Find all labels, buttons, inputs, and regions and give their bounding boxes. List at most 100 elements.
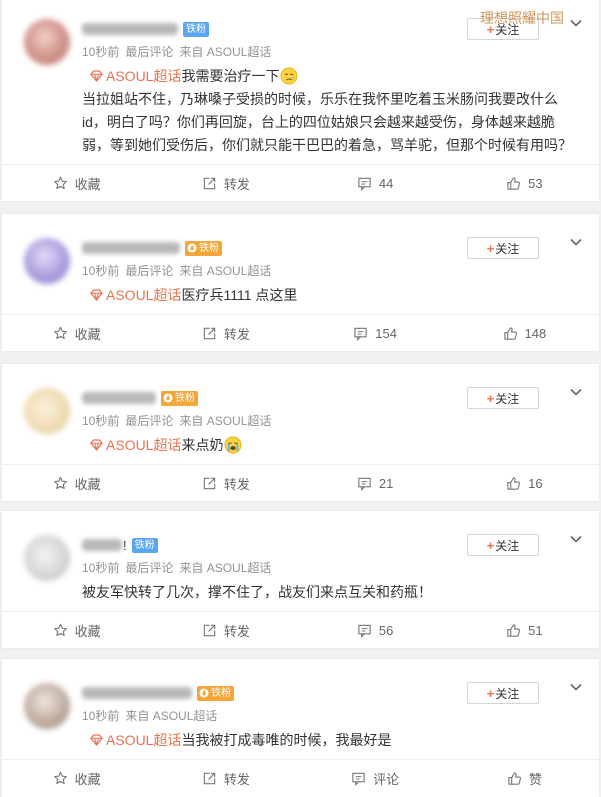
- follow-label: 关注: [495, 241, 520, 256]
- fan-badge: 铁粉: [131, 537, 158, 553]
- post-source[interactable]: 来自 ASOUL超话: [125, 709, 217, 723]
- post-content: 被友军快转了几次，撑不住了，战友们来点互关和药瓶！: [2, 581, 599, 604]
- post-time[interactable]: 10秒前: [82, 264, 119, 278]
- comment-button[interactable]: 21: [301, 465, 450, 501]
- favorite-button[interactable]: 收藏: [2, 465, 151, 501]
- follow-button[interactable]: + 关注: [467, 534, 539, 556]
- crying-face-emoji-icon: [280, 67, 298, 88]
- avatar[interactable]: [24, 238, 70, 284]
- super-topic-link[interactable]: ASOUL超话: [106, 287, 181, 303]
- follow-button[interactable]: + 关注: [467, 237, 539, 259]
- username-blurred[interactable]: [82, 687, 192, 699]
- post-source[interactable]: 来自 ASOUL超话: [179, 414, 271, 428]
- chevron-down-icon[interactable]: [568, 15, 584, 31]
- favorite-label: 收藏: [74, 771, 101, 787]
- favorite-button[interactable]: 收藏: [2, 165, 151, 201]
- content-text: 医疗兵1111 点这里: [181, 287, 298, 303]
- post-meta: 10秒前 最后评论 来自 ASOUL超话: [82, 413, 277, 429]
- repost-button[interactable]: 转发: [151, 165, 300, 201]
- last-comment-note: 最后评论: [125, 264, 174, 278]
- post-source[interactable]: 来自 ASOUL超话: [179, 264, 271, 278]
- post-time[interactable]: 10秒前: [82, 561, 119, 575]
- comment-button[interactable]: 评论: [301, 760, 450, 796]
- user-name-row: 铁粉: [82, 389, 198, 407]
- repost-icon: [202, 176, 217, 191]
- username-blurred[interactable]: [82, 392, 156, 404]
- comment-icon: [357, 176, 372, 191]
- star-icon: [53, 771, 68, 786]
- chevron-down-icon[interactable]: [568, 679, 584, 695]
- super-topic-icon: [90, 66, 103, 88]
- like-button[interactable]: 148: [450, 315, 599, 351]
- repost-button[interactable]: 转发: [151, 760, 300, 796]
- post-actions: 收藏 转发 56 51: [2, 611, 599, 648]
- super-topic-icon: [90, 435, 103, 457]
- username-blurred[interactable]: [82, 23, 178, 35]
- repost-button[interactable]: 转发: [151, 465, 300, 501]
- super-topic-link[interactable]: ASOUL超话: [106, 68, 181, 84]
- favorite-button[interactable]: 收藏: [2, 760, 151, 796]
- comment-icon: [357, 476, 372, 491]
- repost-label: 转发: [223, 623, 250, 639]
- last-comment-note: 最后评论: [125, 45, 174, 59]
- chevron-down-icon[interactable]: [568, 531, 584, 547]
- post-actions: 收藏 转发 44 53: [2, 164, 599, 201]
- post-actions: 收藏 转发 154 148: [2, 314, 599, 351]
- repost-icon: [202, 476, 217, 491]
- like-count: 148: [524, 325, 547, 341]
- post-card: 铁粉 10秒前 最后评论 来自 ASOUL超话 + 关注 ASOUL超话医疗兵1111…: [2, 214, 599, 351]
- comment-icon: [353, 326, 368, 341]
- content-line: ASOUL超话我需要治疗一下: [82, 65, 579, 88]
- comment-button[interactable]: 56: [301, 612, 450, 648]
- thumbs-up-icon: [506, 176, 521, 191]
- comment-count: 56: [378, 622, 394, 638]
- avatar[interactable]: [24, 19, 70, 65]
- content-line: ASOUL超话当我被打成毒唯的时候，我最好是: [82, 729, 579, 752]
- like-button[interactable]: 53: [450, 165, 599, 201]
- post-time[interactable]: 10秒前: [82, 45, 119, 59]
- post-card: ! 铁粉 10秒前 最后评论 来自 ASOUL超话 + 关注 被友军快转了几次，撑不住…: [2, 511, 599, 648]
- avatar[interactable]: [24, 388, 70, 434]
- star-icon: [53, 623, 68, 638]
- post-time[interactable]: 10秒前: [82, 709, 119, 723]
- post-card: 铁粉 10秒前 来自 ASOUL超话 + 关注 ASOUL超话当我被打成毒唯的时候，…: [2, 659, 599, 797]
- super-topic-link[interactable]: ASOUL超话: [106, 732, 181, 748]
- post-source[interactable]: 来自 ASOUL超话: [179, 561, 271, 575]
- avatar[interactable]: [24, 683, 70, 729]
- follow-button[interactable]: + 关注: [467, 387, 539, 409]
- content-text: 来点奶: [181, 437, 224, 453]
- post-meta: 10秒前 来自 ASOUL超话: [82, 708, 223, 724]
- like-button[interactable]: 赞: [450, 760, 599, 796]
- super-topic-link[interactable]: ASOUL超话: [106, 437, 181, 453]
- post-content: ASOUL超话我需要治疗一下 当拉姐站不住，乃琳嗓子受损的时候，乐乐在我怀里吃着…: [2, 65, 599, 157]
- post-time[interactable]: 10秒前: [82, 414, 119, 428]
- comment-button[interactable]: 154: [301, 315, 450, 351]
- chevron-down-icon[interactable]: [568, 384, 584, 400]
- like-count: 16: [528, 475, 543, 491]
- follow-button[interactable]: + 关注: [467, 682, 539, 704]
- favorite-button[interactable]: 收藏: [2, 315, 151, 351]
- username-blurred[interactable]: [82, 242, 180, 254]
- repost-button[interactable]: 转发: [151, 315, 300, 351]
- repost-label: 转发: [223, 326, 250, 342]
- like-button[interactable]: 16: [450, 465, 599, 501]
- repost-icon: [202, 326, 217, 341]
- comment-button[interactable]: 44: [301, 165, 450, 201]
- last-comment-note: 最后评论: [125, 561, 174, 575]
- chevron-down-icon[interactable]: [568, 234, 584, 250]
- avatar[interactable]: [24, 535, 70, 581]
- comment-count: 44: [378, 175, 394, 191]
- post-source[interactable]: 来自 ASOUL超话: [179, 45, 271, 59]
- username-visible-text[interactable]: !: [123, 538, 127, 553]
- like-button[interactable]: 51: [450, 612, 599, 648]
- repost-button[interactable]: 转发: [151, 612, 300, 648]
- post-card: 铁粉 10秒前 最后评论 来自 ASOUL超话 + 关注 ASOUL超话我需要治疗一下…: [2, 0, 599, 201]
- post-content: ASOUL超话来点奶: [2, 434, 599, 457]
- fan-badge-label: 铁粉: [211, 687, 231, 699]
- content-text: 我需要治疗一下: [181, 68, 280, 84]
- fan-badge: 铁粉: [185, 240, 222, 256]
- repost-label: 转发: [223, 771, 250, 787]
- favorite-button[interactable]: 收藏: [2, 612, 151, 648]
- username-blurred[interactable]: [82, 539, 122, 551]
- comment-label: 评论: [373, 771, 400, 787]
